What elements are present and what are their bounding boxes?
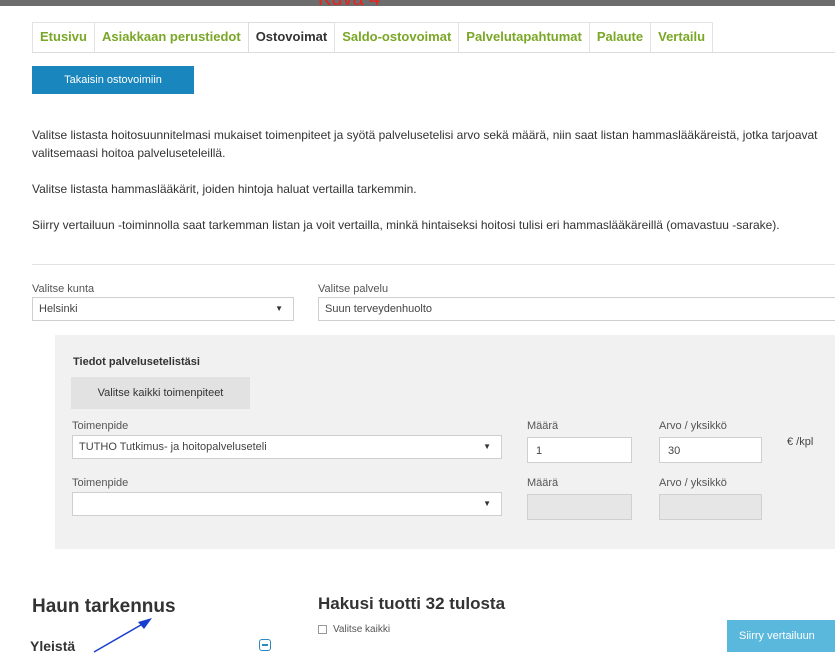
select-all-procedures-button[interactable]: Valitse kaikki toimenpiteet <box>71 377 250 409</box>
select-all-results[interactable]: Valitse kaikki <box>318 624 390 635</box>
instruction-text-3: Siirry vertailuun -toiminnolla saat tark… <box>32 218 780 232</box>
municipality-label: Valitse kunta <box>32 283 95 295</box>
results-heading: Hakusi tuotti 32 tulosta <box>318 594 506 613</box>
divider <box>32 264 835 265</box>
unit-value-label-2: Arvo / yksikkö <box>659 477 727 489</box>
tab-bar: Etusivu Asiakkaan perustiedot Ostovoimat… <box>32 22 835 53</box>
unit-value-label-1: Arvo / yksikkö <box>659 420 727 432</box>
tab-palaute[interactable]: Palaute <box>588 22 652 52</box>
unit-label: € /kpl <box>787 436 814 448</box>
caret-down-icon: ▼ <box>275 304 283 313</box>
arrow-icon <box>93 618 152 653</box>
municipality-select[interactable]: Helsinki ▼ <box>32 297 294 321</box>
procedure-label-1: Toimenpide <box>72 420 129 432</box>
procedure-select-2[interactable]: ▼ <box>72 492 502 516</box>
procedure-label-2: Toimenpide <box>72 477 129 489</box>
service-select[interactable]: Suun terveydenhuolto <box>318 297 835 321</box>
unit-value-input-2[interactable] <box>659 494 762 520</box>
municipality-value: Helsinki <box>39 303 78 315</box>
caret-down-icon: ▼ <box>483 499 491 508</box>
procedure-select-1[interactable]: TUTHO Tutkimus- ja hoitopalveluseteli ▼ <box>72 435 502 459</box>
tab-palvelutapahtumat[interactable]: Palvelutapahtumat <box>458 22 590 52</box>
instruction-text-2: Valitse listasta hammaslääkärit, joiden … <box>32 182 417 196</box>
back-to-purchasing-power-button[interactable]: Takaisin ostovoimiin <box>32 66 194 94</box>
top-bar <box>0 0 835 6</box>
select-all-label: Valitse kaikki <box>333 624 391 635</box>
procedure-value-1: TUTHO Tutkimus- ja hoitopalveluseteli <box>79 441 267 453</box>
service-value: Suun terveydenhuolto <box>325 303 433 315</box>
caret-down-icon: ▼ <box>483 442 491 451</box>
quantity-label-2: Määrä <box>527 477 559 489</box>
tab-vertailu[interactable]: Vertailu <box>650 22 714 52</box>
figure-caption: Kuva 4 <box>318 0 380 11</box>
tab-etusivu[interactable]: Etusivu <box>32 22 95 52</box>
tab-asiakkaan-perustiedot[interactable]: Asiakkaan perustiedot <box>93 22 249 52</box>
select-all-checkbox[interactable] <box>318 625 327 634</box>
quantity-input-1[interactable]: 1 <box>527 437 632 463</box>
voucher-panel-title: Tiedot palvelusetelistäsi <box>73 356 200 368</box>
unit-value-input-1[interactable]: 30 <box>659 437 762 463</box>
instruction-text-1: Valitse listasta hoitosuunnitelmasi muka… <box>32 128 818 160</box>
quantity-input-2[interactable] <box>527 494 632 520</box>
minus-square-icon[interactable] <box>259 639 271 651</box>
quantity-label-1: Määrä <box>527 420 559 432</box>
tab-ostovoimat[interactable]: Ostovoimat <box>247 22 336 52</box>
tab-saldo-ostovoimat[interactable]: Saldo-ostovoimat <box>334 22 460 52</box>
go-to-comparison-button[interactable]: Siirry vertailuun <box>727 620 835 652</box>
service-label: Valitse palvelu <box>318 283 389 295</box>
